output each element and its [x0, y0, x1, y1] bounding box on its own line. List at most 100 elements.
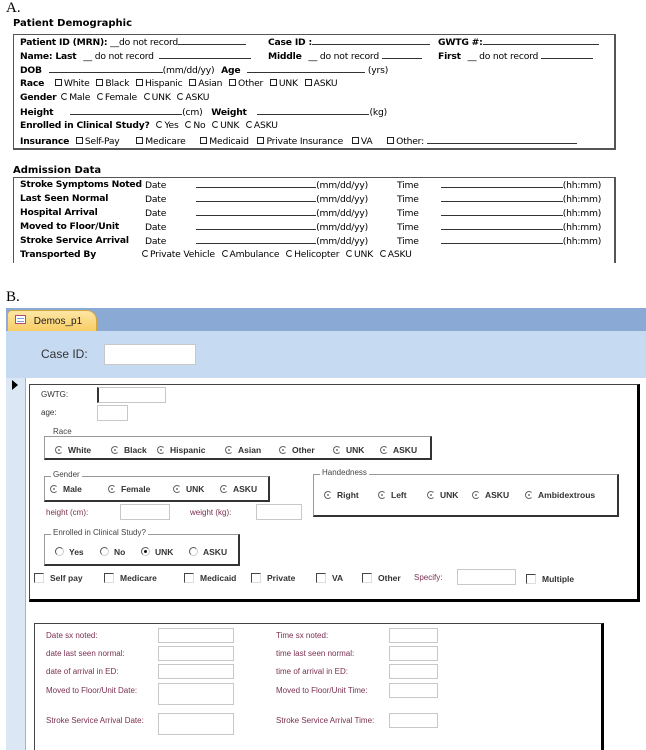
- insurance-option-va[interactable]: VA: [316, 573, 343, 583]
- weight-label: Weight: [211, 107, 247, 118]
- gender-option-label: Male: [63, 484, 82, 494]
- insurance-multiple-checkbox[interactable]: Multiple: [526, 574, 574, 584]
- weight-input[interactable]: [256, 504, 302, 520]
- insurance-option-other[interactable]: Other:: [383, 136, 424, 147]
- checkbox-icon: [135, 79, 143, 86]
- handedness-option-label: Left: [391, 490, 407, 500]
- specify-input[interactable]: [457, 569, 516, 585]
- race-option-label: Hispanic: [170, 445, 206, 455]
- race-option-label: Asian: [238, 445, 262, 455]
- radio-icon: [185, 121, 193, 128]
- gender-option-female[interactable]: Female: [108, 484, 150, 494]
- radio-button-icon: [55, 446, 63, 454]
- case-id-input[interactable]: [104, 344, 196, 365]
- race-option-unk[interactable]: UNK: [266, 78, 298, 89]
- handedness-option-label: UNK: [440, 490, 459, 500]
- race-option-asku[interactable]: ASKU: [380, 445, 417, 455]
- checkbox-icon: [200, 137, 208, 144]
- handedness-option-left[interactable]: Left: [378, 490, 407, 500]
- record-selector[interactable]: [6, 378, 26, 750]
- gender-option-unk[interactable]: UNK: [140, 92, 171, 103]
- enrolled-option-asku[interactable]: ASKU: [242, 120, 278, 131]
- enrolled-option-unk[interactable]: UNK: [208, 120, 239, 131]
- handedness-option-ambidextrous[interactable]: Ambidextrous: [525, 490, 595, 500]
- radio-button-icon: [279, 446, 287, 454]
- gender-option-asku[interactable]: ASKU: [173, 92, 209, 103]
- time-input-1[interactable]: [389, 646, 438, 661]
- time-input-4[interactable]: [389, 713, 438, 728]
- insurance-option-medicaid[interactable]: Medicaid: [196, 136, 249, 147]
- transport-option-asku[interactable]: ASKU: [376, 249, 412, 260]
- admission-row-label: Hospital Arrival: [20, 207, 98, 218]
- admission-date-last-seen-normal: Date (mm/dd/yy): [145, 192, 368, 206]
- time-field-label-2: time of arrival in ED:: [276, 667, 349, 676]
- race-option-hispanic[interactable]: Hispanic: [132, 78, 183, 89]
- form-icon: [15, 315, 26, 324]
- race-option-unk[interactable]: UNK: [333, 445, 364, 455]
- insurance-option-medicare[interactable]: Medicare: [132, 136, 186, 147]
- race-option-asku[interactable]: ASKU: [301, 78, 338, 89]
- insurance-option-va[interactable]: VA: [348, 136, 373, 147]
- enrolled-option-yes[interactable]: Yes: [55, 547, 84, 557]
- gender-option-asku[interactable]: ASKU: [220, 484, 257, 494]
- insurance-option-medicaid[interactable]: Medicaid: [184, 573, 236, 583]
- insurance-option-self-pay[interactable]: Self pay: [34, 573, 83, 583]
- admission-row-label-stroke-symptoms-noted: Stroke Symptoms Noted: [20, 178, 142, 192]
- date-input-3[interactable]: [158, 683, 234, 705]
- transport-option-ambulance[interactable]: Ambulance: [218, 249, 280, 260]
- enrolled-option-asku[interactable]: ASKU: [189, 547, 227, 557]
- tab-demos-p1[interactable]: Demos_p1: [7, 310, 97, 331]
- insurance-option-label: Medicare: [120, 573, 157, 583]
- time-input-3[interactable]: [389, 683, 438, 698]
- date-input-4[interactable]: [158, 713, 234, 735]
- gender-option-male[interactable]: Male: [59, 92, 90, 103]
- race-option-other[interactable]: Other: [225, 78, 263, 89]
- time-input-2[interactable]: [389, 664, 438, 679]
- transport-option-unk[interactable]: UNK: [342, 249, 373, 260]
- race-option-black[interactable]: Black: [92, 78, 129, 89]
- race-option-asian[interactable]: Asian: [185, 78, 222, 89]
- gender-option-female[interactable]: Female: [93, 92, 137, 103]
- radio-icon: [379, 250, 387, 257]
- enrolled-option-no[interactable]: No: [181, 120, 206, 131]
- insurance-option-private[interactable]: Private Insurance: [253, 136, 343, 147]
- enrolled-option-unk[interactable]: UNK: [141, 547, 173, 557]
- enrolled-option-yes[interactable]: Yes: [152, 120, 179, 131]
- transported-options: Private Vehicle Ambulance Helicopter UNK…: [142, 248, 412, 262]
- gender-option-label: ASKU: [233, 484, 258, 494]
- age-label: age:: [41, 408, 57, 417]
- patient-demographic-box: Patient ID (MRN): __do not record Case I…: [13, 34, 616, 150]
- gwtg-input[interactable]: [97, 387, 166, 403]
- insurance-option-medicare[interactable]: Medicare: [104, 573, 157, 583]
- date-line: [196, 220, 317, 230]
- transport-option-private-vehicle[interactable]: Private Vehicle: [142, 249, 215, 260]
- insurance-option-private[interactable]: Private: [251, 573, 295, 583]
- enrolled-option-no[interactable]: No: [100, 547, 125, 557]
- gender-option-male[interactable]: Male: [50, 484, 82, 494]
- race-option-black[interactable]: Black: [111, 445, 147, 455]
- age-input[interactable]: [97, 405, 128, 421]
- race-option-hispanic[interactable]: Hispanic: [157, 445, 205, 455]
- insurance-option-self-pay[interactable]: Self-Pay: [72, 136, 120, 147]
- insurance-option-other[interactable]: Other: [362, 573, 401, 583]
- race-option-asian[interactable]: Asian: [225, 445, 261, 455]
- handedness-option-unk[interactable]: UNK: [427, 490, 458, 500]
- gender-option-unk[interactable]: UNK: [173, 484, 204, 494]
- transport-option-helicopter[interactable]: Helicopter: [282, 249, 339, 260]
- date-input-1[interactable]: [158, 646, 234, 661]
- race-option-other[interactable]: Other: [279, 445, 315, 455]
- date-input-0[interactable]: [158, 628, 234, 643]
- race-option-white[interactable]: White: [51, 78, 90, 89]
- weight-unit: (kg): [369, 107, 387, 118]
- date-unit: (mm/dd/yy): [316, 194, 368, 205]
- radio-button-icon: [220, 485, 228, 493]
- height-input[interactable]: [120, 504, 170, 520]
- date-input-2[interactable]: [158, 664, 234, 679]
- radio-button-icon: [111, 446, 119, 454]
- race-option-white[interactable]: White: [55, 445, 91, 455]
- handedness-option-right[interactable]: Right: [324, 490, 359, 500]
- enrolled-option-label: UNK: [155, 547, 174, 557]
- time-input-0[interactable]: [389, 628, 438, 643]
- date-label: Date: [145, 180, 167, 191]
- handedness-option-asku[interactable]: ASKU: [472, 490, 509, 500]
